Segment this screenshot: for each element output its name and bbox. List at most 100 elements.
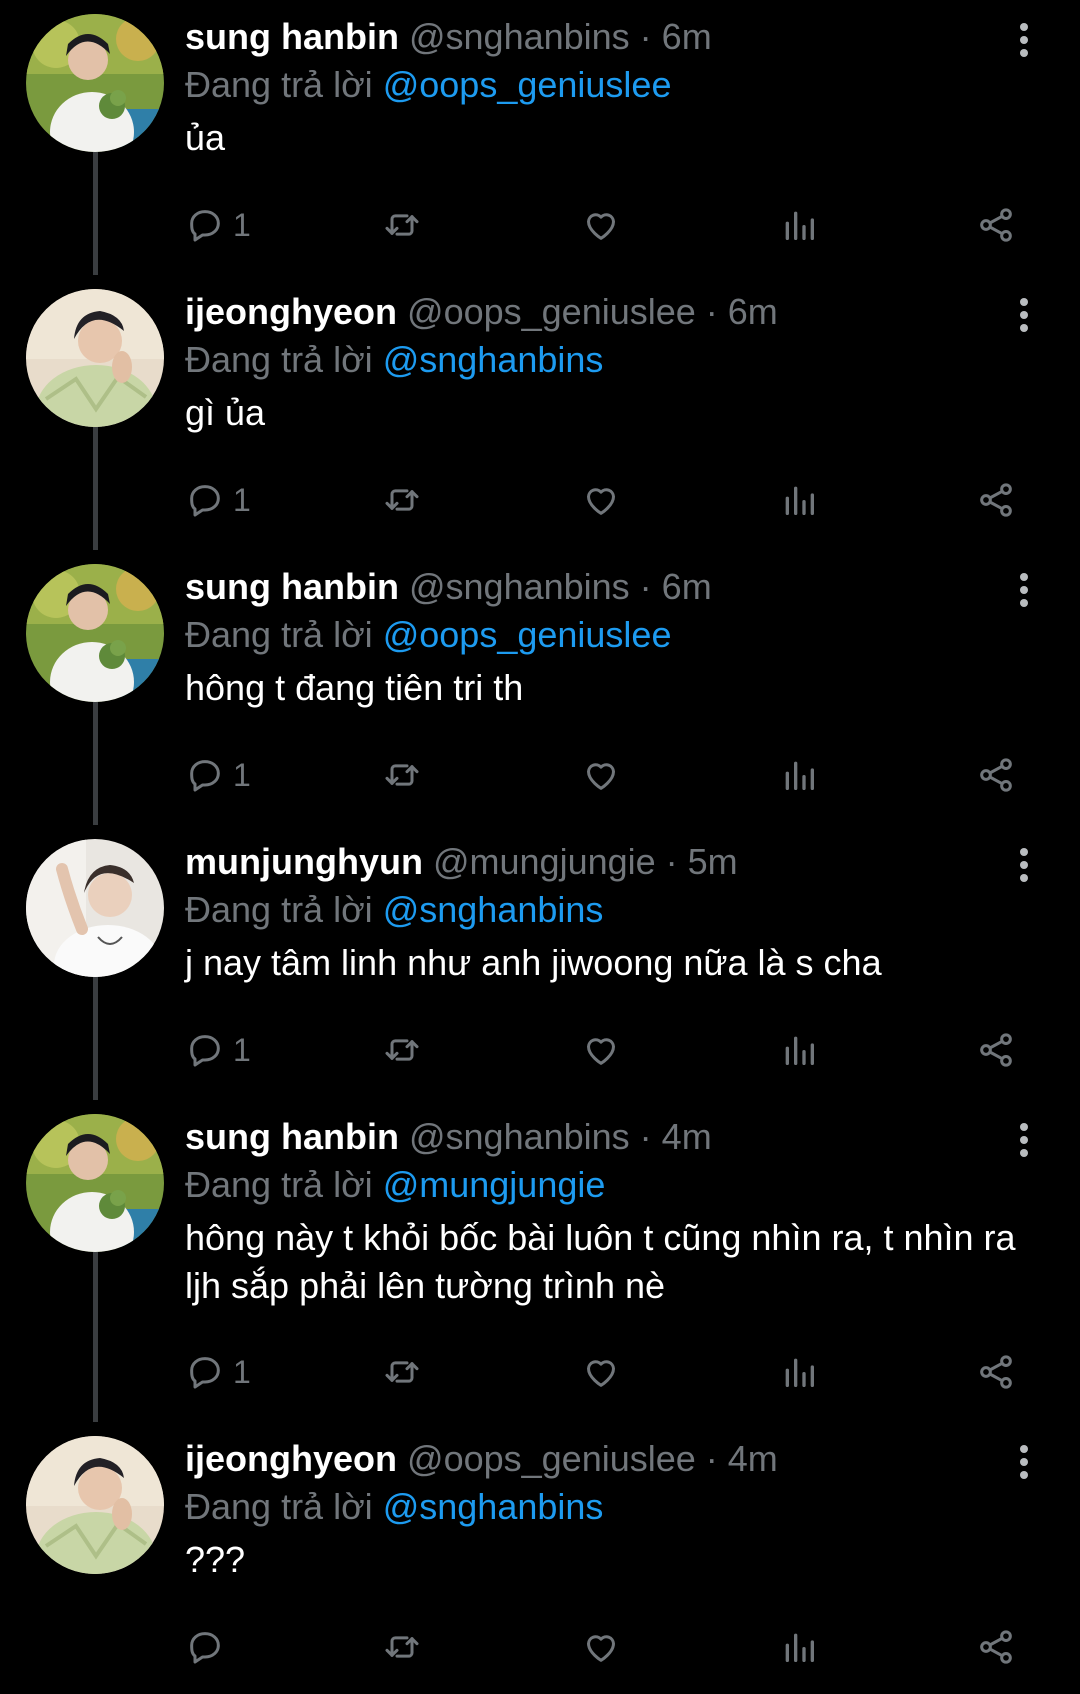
retweet-arrows-icon xyxy=(385,1361,419,1383)
retweet-button[interactable] xyxy=(381,475,423,525)
avatar[interactable] xyxy=(26,839,164,977)
reply-count: 1 xyxy=(233,1031,251,1068)
reply-mention-link[interactable]: @mungjungie xyxy=(383,1164,606,1205)
tweet-header: sung hanbin @snghanbins · 6m xyxy=(185,12,1025,62)
tweet-header: ijeonghyeon @oops_geniuslee · 6m xyxy=(185,287,1025,337)
more-options-button[interactable] xyxy=(1012,1120,1036,1160)
tweet-actions: 1 xyxy=(185,475,1035,525)
avatar[interactable] xyxy=(26,1114,164,1252)
bar-chart-icon xyxy=(785,486,814,515)
reply-mention-link[interactable]: @snghanbins xyxy=(383,1486,604,1527)
reply-count: 1 xyxy=(233,1353,251,1390)
avatar[interactable] xyxy=(26,289,164,427)
tweet[interactable]: sung hanbin @snghanbins · 6m Đang trả lờ… xyxy=(0,0,1080,275)
retweet-arrows-icon xyxy=(385,489,419,511)
share-button[interactable] xyxy=(975,475,1017,525)
tweet-content: sung hanbin @snghanbins · 6m Đang trả lờ… xyxy=(185,12,1025,162)
display-name[interactable]: ijeonghyeon xyxy=(185,291,397,332)
views-button[interactable] xyxy=(779,1622,819,1672)
vertical-ellipsis-icon xyxy=(1020,848,1028,882)
like-button[interactable] xyxy=(580,200,622,250)
like-button[interactable] xyxy=(580,1347,622,1397)
more-options-button[interactable] xyxy=(1012,295,1036,335)
tweet[interactable]: sung hanbin @snghanbins · 6m Đang trả lờ… xyxy=(0,550,1080,825)
reply-count: 1 xyxy=(233,756,251,793)
bar-chart-icon xyxy=(785,1036,814,1065)
replying-to-line: Đang trả lời @snghanbins xyxy=(185,337,1025,383)
thread-connector-line xyxy=(93,977,98,1100)
comment-bubble-icon xyxy=(190,1035,220,1067)
retweet-button[interactable] xyxy=(381,1025,423,1075)
handle-and-time: @snghanbins · 6m xyxy=(398,16,712,57)
replying-to-line: Đang trả lời @oops_geniuslee xyxy=(185,612,1025,658)
reply-mention-link[interactable]: @oops_geniuslee xyxy=(383,614,672,655)
replying-to-line: Đang trả lời @oops_geniuslee xyxy=(185,62,1025,108)
retweet-button[interactable] xyxy=(381,1347,423,1397)
share-button[interactable] xyxy=(975,1025,1017,1075)
like-button[interactable] xyxy=(580,1622,622,1672)
tweet-header: ijeonghyeon @oops_geniuslee · 4m xyxy=(185,1434,1025,1484)
like-button[interactable] xyxy=(580,1025,622,1075)
retweet-button[interactable] xyxy=(381,1622,423,1672)
vertical-ellipsis-icon xyxy=(1020,23,1028,57)
tweet[interactable]: ijeonghyeon @oops_geniuslee · 4m Đang tr… xyxy=(0,1422,1080,1694)
views-button[interactable] xyxy=(779,200,819,250)
views-button[interactable] xyxy=(779,750,819,800)
reply-button[interactable]: 1 xyxy=(185,475,251,525)
tweet[interactable]: ijeonghyeon @oops_geniuslee · 6m Đang tr… xyxy=(0,275,1080,550)
retweet-button[interactable] xyxy=(381,750,423,800)
reply-mention-link[interactable]: @oops_geniuslee xyxy=(383,64,672,105)
reply-button[interactable] xyxy=(185,1622,233,1672)
display-name[interactable]: munjunghyun xyxy=(185,841,423,882)
reply-button[interactable]: 1 xyxy=(185,1025,251,1075)
share-button[interactable] xyxy=(975,1622,1017,1672)
vertical-ellipsis-icon xyxy=(1020,1445,1028,1479)
more-options-button[interactable] xyxy=(1012,570,1036,610)
more-options-button[interactable] xyxy=(1012,20,1036,60)
retweet-button[interactable] xyxy=(381,200,423,250)
share-nodes-icon xyxy=(980,1355,1012,1389)
views-button[interactable] xyxy=(779,475,819,525)
share-nodes-icon xyxy=(980,208,1012,242)
reply-button[interactable]: 1 xyxy=(185,200,251,250)
share-button[interactable] xyxy=(975,1347,1017,1397)
retweet-arrows-icon xyxy=(385,1039,419,1061)
display-name[interactable]: sung hanbin xyxy=(185,16,399,57)
avatar[interactable] xyxy=(26,564,164,702)
avatar[interactable] xyxy=(26,14,164,152)
reply-count: 1 xyxy=(233,206,251,243)
handle-and-time: @snghanbins · 6m xyxy=(398,566,712,607)
tweet-actions xyxy=(185,1622,1035,1672)
vertical-ellipsis-icon xyxy=(1020,298,1028,332)
bar-chart-icon xyxy=(785,761,814,790)
avatar[interactable] xyxy=(26,1436,164,1574)
share-nodes-icon xyxy=(980,483,1012,517)
replying-to-label: Đang trả lời xyxy=(185,889,373,930)
views-button[interactable] xyxy=(779,1025,819,1075)
reply-mention-link[interactable]: @snghanbins xyxy=(383,889,604,930)
display-name[interactable]: ijeonghyeon xyxy=(185,1438,397,1479)
like-button[interactable] xyxy=(580,475,622,525)
display-name[interactable]: sung hanbin xyxy=(185,566,399,607)
tweet[interactable]: sung hanbin @snghanbins · 4m Đang trả lờ… xyxy=(0,1100,1080,1422)
more-options-button[interactable] xyxy=(1012,845,1036,885)
handle-and-time: @oops_geniuslee · 4m xyxy=(397,1438,778,1479)
tweet-content: sung hanbin @snghanbins · 6m Đang trả lờ… xyxy=(185,562,1025,712)
like-button[interactable] xyxy=(580,750,622,800)
share-button[interactable] xyxy=(975,750,1017,800)
tweet-text: ??? xyxy=(185,1539,246,1580)
share-button[interactable] xyxy=(975,200,1017,250)
comment-bubble-icon xyxy=(190,1357,220,1389)
more-options-button[interactable] xyxy=(1012,1442,1036,1482)
reply-mention-link[interactable]: @snghanbins xyxy=(383,339,604,380)
tweet[interactable]: munjunghyun @mungjungie · 5m Đang trả lờ… xyxy=(0,825,1080,1100)
retweet-arrows-icon xyxy=(385,214,419,236)
comment-bubble-icon xyxy=(190,210,220,242)
tweet-header: munjunghyun @mungjungie · 5m xyxy=(185,837,1025,887)
display-name[interactable]: sung hanbin xyxy=(185,1116,399,1157)
views-button[interactable] xyxy=(779,1347,819,1397)
heart-outline-icon xyxy=(587,1360,615,1387)
reply-button[interactable]: 1 xyxy=(185,1347,251,1397)
reply-button[interactable]: 1 xyxy=(185,750,251,800)
tweet-header: sung hanbin @snghanbins · 4m xyxy=(185,1112,1025,1162)
